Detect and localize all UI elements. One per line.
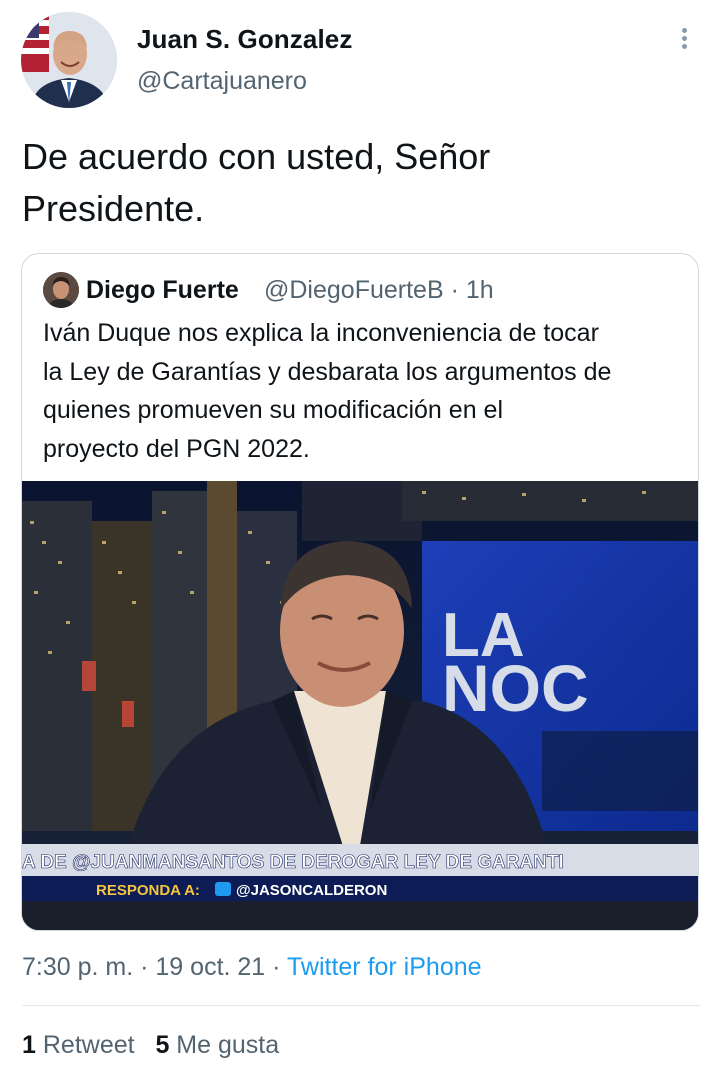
media-frame: LA NOC A DE @JUANMANSANTOS DE DEROGAR LE… [22, 481, 698, 930]
tweet-text: De acuerdo con usted, Señor Presidente. [22, 131, 682, 235]
quoted-meta: @DiegoFuerteB · 1h [264, 276, 494, 305]
quoted-author-avatar[interactable] [43, 272, 79, 308]
respond-handle: @JASONCALDERON [236, 882, 387, 899]
ticker-text: A DE @JUANMANSANTOS DE DEROGAR LEY DE GA… [22, 852, 564, 873]
quoted-text-line: la Ley de Garantías y desbarata los argu… [43, 357, 612, 386]
respond-label: RESPONDA A: [96, 882, 200, 899]
likes-stat[interactable]: 5 Me gusta [155, 1031, 279, 1059]
like-count: 5 [155, 1031, 170, 1059]
more-vertical-icon[interactable] [672, 26, 696, 56]
quoted-time[interactable]: 1h [466, 276, 494, 304]
quoted-tweet-card[interactable]: Diego Fuerte @DiegoFuerteB · 1h Iván Duq… [21, 253, 699, 931]
divider [22, 1005, 700, 1006]
author-name[interactable]: Juan S. Gonzalez [137, 24, 352, 55]
quoted-author-handle[interactable]: @DiegoFuerteB [264, 276, 444, 304]
quoted-text-line: proyecto del PGN 2022. [43, 434, 310, 463]
set-sign-line2: NOC [442, 651, 589, 725]
quoted-author-name[interactable]: Diego Fuerte [86, 276, 239, 305]
quoted-media-video[interactable]: LA NOC A DE @JUANMANSANTOS DE DEROGAR LE… [22, 481, 698, 930]
meta-separator: · [140, 953, 149, 981]
tweet-timestamp: 7:30 p. m. · 19 oct. 21 · Twitter for iP… [22, 953, 482, 982]
author-avatar[interactable] [21, 12, 117, 108]
quoted-text-line: quienes promueven su modificación en el [43, 396, 503, 424]
tweet-text-line: Presidente. [22, 188, 205, 229]
quoted-tweet-text: Iván Duque nos explica la inconveniencia… [43, 314, 693, 468]
quoted-text-line: Iván Duque nos explica la inconveniencia… [43, 319, 599, 347]
like-label: Me gusta [176, 1031, 280, 1059]
engagement-stats: 1 Retweet 5 Me gusta [22, 1031, 279, 1060]
tweet-time[interactable]: 7:30 p. m. [22, 953, 133, 981]
retweet-label: Retweet [42, 1031, 135, 1059]
tweet-date[interactable]: 19 oct. 21 [155, 953, 265, 981]
author-handle[interactable]: @Cartajuanero [137, 67, 307, 96]
retweet-count: 1 [22, 1031, 36, 1059]
tweet-source-link[interactable]: Twitter for iPhone [287, 953, 482, 981]
tweet-text-line: De acuerdo con usted, Señor [22, 136, 491, 177]
tweet-header: Juan S. Gonzalez @Cartajuanero [0, 0, 720, 120]
retweets-stat[interactable]: 1 Retweet [22, 1031, 142, 1059]
twitter-bird-icon [215, 882, 231, 896]
meta-separator: · [450, 276, 459, 304]
meta-separator: · [272, 953, 281, 981]
